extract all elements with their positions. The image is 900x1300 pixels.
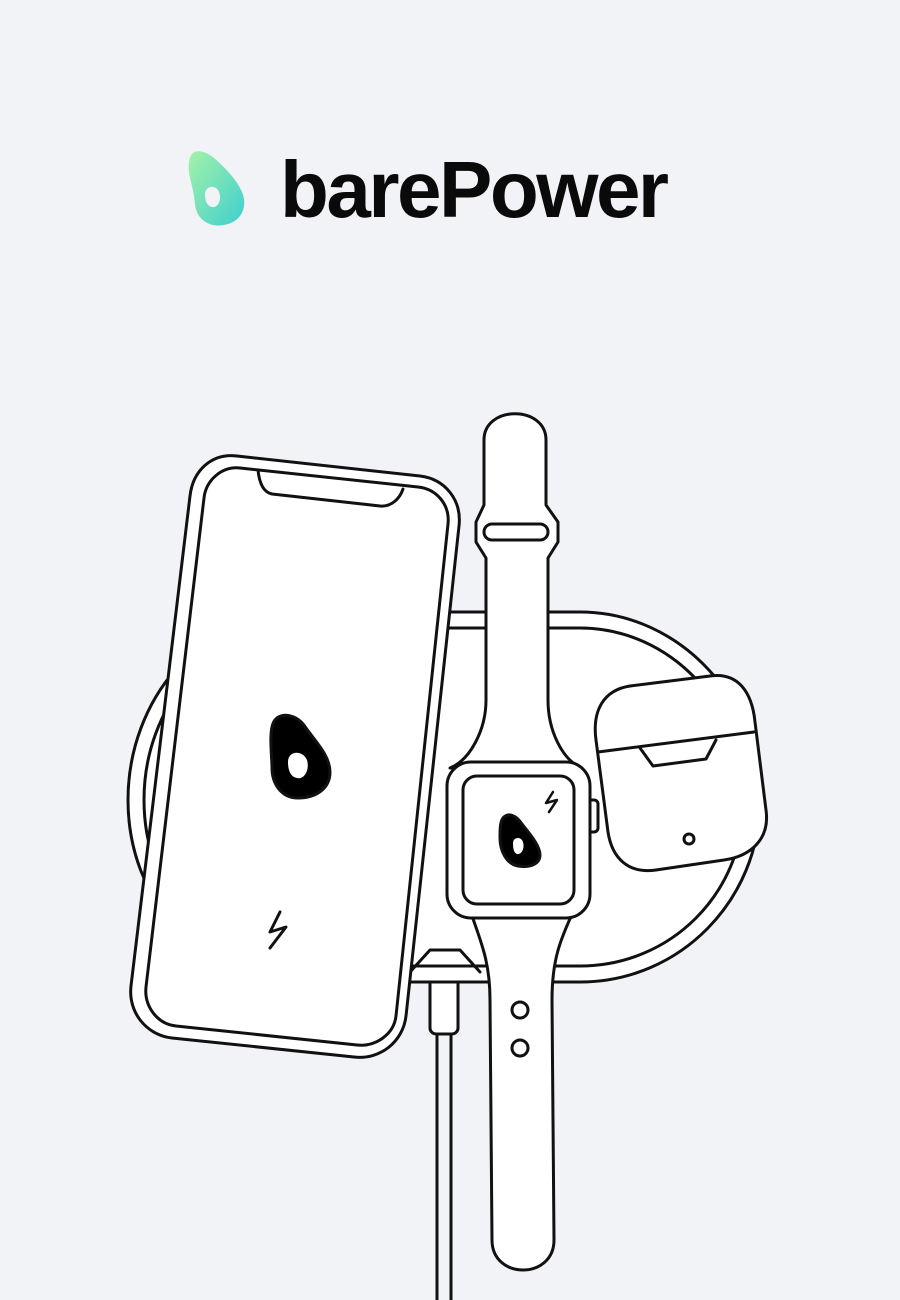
charging-cable-icon: [428, 960, 460, 1300]
earbuds-case-icon: [593, 674, 769, 873]
charging-illustration: [126, 412, 769, 1300]
phone-icon: [129, 454, 461, 1059]
smartwatch-icon: [445, 412, 600, 1272]
